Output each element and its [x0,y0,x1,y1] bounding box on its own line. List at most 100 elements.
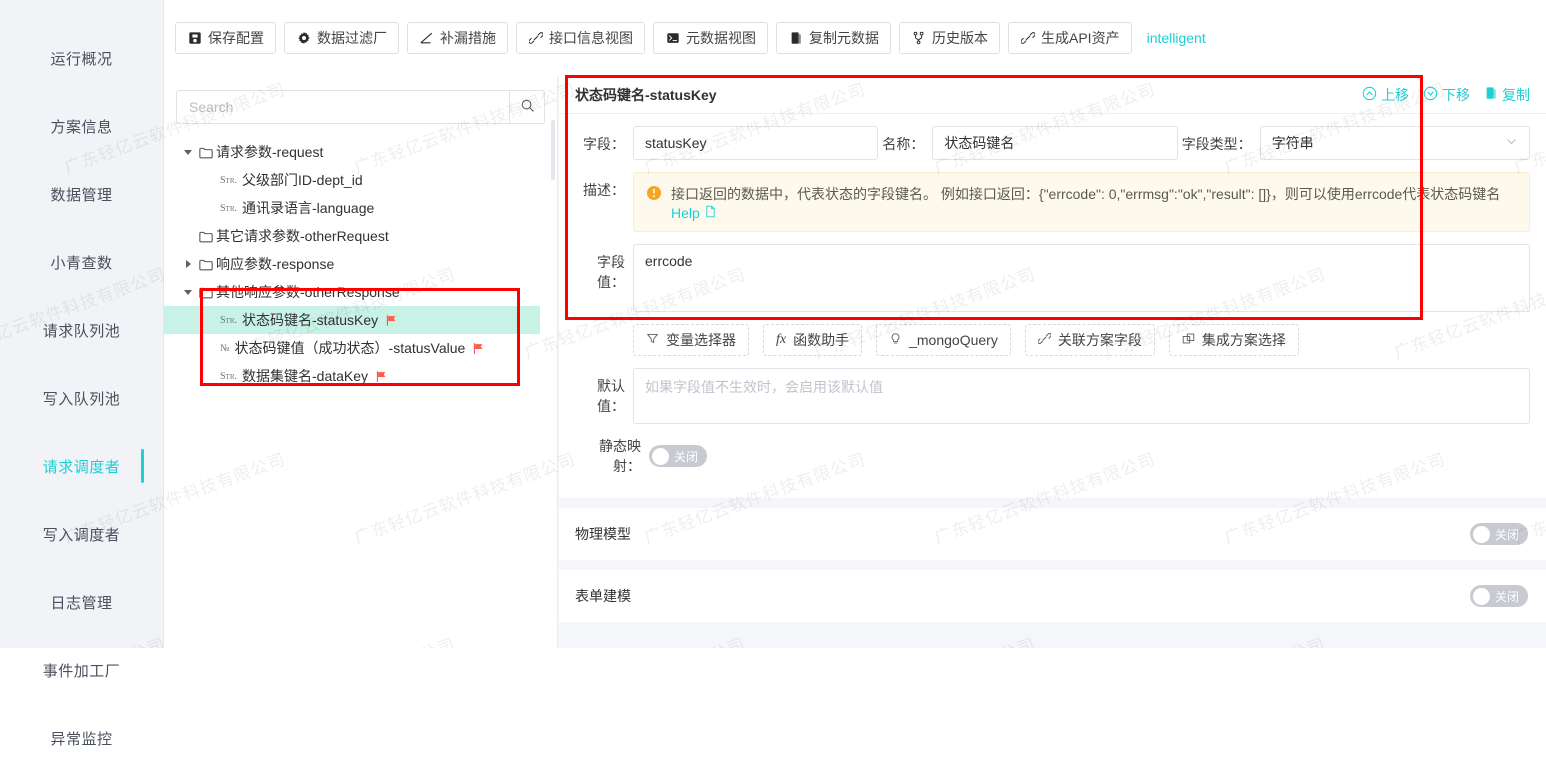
tree-node-label: 请求参数-request [216,144,324,160]
toggle-label: 关闭 [674,449,699,464]
move-up-action[interactable]: 上移 [1362,85,1409,105]
field-type-select[interactable]: 字符串 [1259,126,1531,160]
static-mapping-toggle[interactable]: 关闭 [649,445,708,467]
mongo-query-button[interactable]: _mongoQuery [876,324,1011,356]
detail-panel: 状态码键名-statusKey 上移 下移 复制 字段： statusKey 名… [559,76,1546,648]
sidebar-item-5[interactable]: 写入队列池 [0,364,163,432]
history-version-button[interactable]: 历史版本 [899,22,1000,54]
toggle-knob [1472,587,1490,605]
form-modeling-toggle[interactable]: 关闭 [1469,585,1528,607]
intelligent-link[interactable]: intelligent [1147,30,1206,46]
metadata-view-button[interactable]: 元数据视图 [653,22,768,54]
tree-node-dept-id[interactable]: Str. 父级部门ID-dept_id [176,166,545,194]
tree-node-label: 其它请求参数-otherRequest [216,228,389,244]
tree-node-response[interactable]: 响应参数-response [176,250,545,278]
default-value-row: 默认值： 如果字段值不生效时，会启用该默认值 [559,356,1546,424]
folder-icon [196,146,216,159]
name-input-value: 状态码键名 [944,135,1015,151]
static-mapping-label: 静态映射： [599,438,641,474]
chevron-down-icon[interactable] [180,289,196,295]
interface-info-view-button[interactable]: 接口信息视图 [516,22,645,54]
tree-node-request[interactable]: 请求参数-request [176,138,545,166]
sidebar-item-8[interactable]: 日志管理 [0,568,163,636]
section-title: 表单建模 [575,588,631,604]
field-value-text: errcode [645,253,693,269]
chevron-down-icon[interactable] [180,149,196,155]
default-value-label: 默认值： [597,378,625,414]
field-value-label: 字段值： [597,254,625,290]
help-link[interactable]: Help [671,205,717,221]
search-input[interactable] [176,90,509,124]
name-input[interactable]: 状态码键名 [932,126,1178,160]
default-value-textarea[interactable]: 如果字段值不生效时，会启用该默认值 [633,368,1530,424]
tree-node-label: 父级部门ID-dept_id [242,172,363,188]
field-value-row: 字段值： errcode [559,232,1546,312]
toggle-label: 关闭 [1494,589,1519,604]
move-down-action[interactable]: 下移 [1423,85,1470,105]
sidebar-item-1[interactable]: 方案信息 [0,92,163,160]
sidebar: 运行概况 方案信息 数据管理 小青查数 请求队列池 写入队列池 请求调度者 写入… [0,0,164,748]
related-scheme-field-button[interactable]: 关联方案字段 [1024,324,1155,356]
link-icon [1037,332,1052,348]
tree-scrollbar[interactable] [551,120,555,180]
external-doc-icon [704,205,717,221]
generate-api-asset-button[interactable]: 生成API资产 [1008,22,1132,54]
toolbar-button-label: 历史版本 [932,30,988,46]
integration-scheme-select-button[interactable]: 集成方案选择 [1168,324,1299,356]
data-filter-button[interactable]: 数据过滤厂 [284,22,399,54]
terminal-icon [665,31,680,46]
flag-icon [385,314,398,327]
function-helper-button[interactable]: fx 函数助手 [763,324,863,356]
tree-node-label: 响应参数-response [216,256,335,272]
tree-node-status-key[interactable]: Str. 状态码键名-statusKey [164,306,540,334]
copy-metadata-button[interactable]: 复制元数据 [776,22,891,54]
tree-node-other-response[interactable]: 其他响应参数-otherResponse [176,278,545,306]
sidebar-item-3[interactable]: 小青查数 [0,228,163,296]
field-detail-card: 状态码键名-statusKey 上移 下移 复制 字段： statusKey 名… [559,76,1546,498]
sidebar-item-10[interactable]: 异常监控 [0,704,163,772]
sidebar-item-label: 写入调度者 [42,526,121,544]
sidebar-item-7[interactable]: 写入调度者 [0,500,163,568]
patch-measures-button[interactable]: 补漏措施 [407,22,508,54]
sidebar-item-0[interactable]: 运行概况 [0,24,163,92]
description-label: 描述： [583,182,625,198]
field-label: 字段： [583,136,625,152]
chip-label: 函数助手 [793,332,850,348]
field-type-label: 字段类型： [1181,136,1252,152]
description-row: 描述： 接口返回的数据中，代表状态的字段键名。 例如接口返回：{"errcode… [559,160,1546,232]
parameter-tree: 请求参数-request Str. 父级部门ID-dept_id Str. 通讯… [164,138,545,390]
search-box[interactable] [176,90,545,124]
fx-icon: fx [776,332,787,347]
tree-node-data-key[interactable]: Str. 数据集键名-dataKey [176,362,545,390]
link-icon [1020,31,1035,46]
search-button[interactable] [509,90,545,124]
sidebar-item-4[interactable]: 请求队列池 [0,296,163,364]
flag-icon [375,370,388,383]
sidebar-item-9[interactable]: 事件加工厂 [0,636,163,704]
tree-node-language[interactable]: Str. 通讯录语言-language [176,194,545,222]
sidebar-item-label: 日志管理 [50,594,113,612]
sidebar-item-6[interactable]: 请求调度者 [0,432,163,500]
sidebar-item-label: 小青查数 [50,254,113,272]
copy-action[interactable]: 复制 [1484,85,1530,105]
gear-icon [296,31,311,46]
tree-node-label: 通讯录语言-language [242,200,375,216]
active-indicator [141,449,144,483]
toolbar-button-label: 生成API资产 [1041,30,1120,46]
tree-node-other-request[interactable]: 其它请求参数-otherRequest [176,222,545,250]
field-type-value: 字符串 [1271,135,1314,151]
tree-node-status-value[interactable]: № 状态码键值（成功状态）-statusValue [176,334,545,362]
chevron-right-icon[interactable] [180,260,196,268]
field-input[interactable]: statusKey [633,126,879,160]
sidebar-item-label: 运行概况 [50,50,113,68]
tree-node-label: 其他响应参数-otherResponse [216,284,400,300]
field-value-textarea[interactable]: errcode [633,244,1530,312]
toolbar-button-label: 补漏措施 [440,30,496,46]
physical-model-section: 物理模型 关闭 [559,508,1546,560]
physical-model-toggle[interactable]: 关闭 [1469,523,1528,545]
chevron-down-icon [1505,135,1518,151]
sidebar-item-label: 数据管理 [50,186,113,204]
sidebar-item-2[interactable]: 数据管理 [0,160,163,228]
save-config-button[interactable]: 保存配置 [175,22,276,54]
variable-selector-button[interactable]: 变量选择器 [633,324,749,356]
